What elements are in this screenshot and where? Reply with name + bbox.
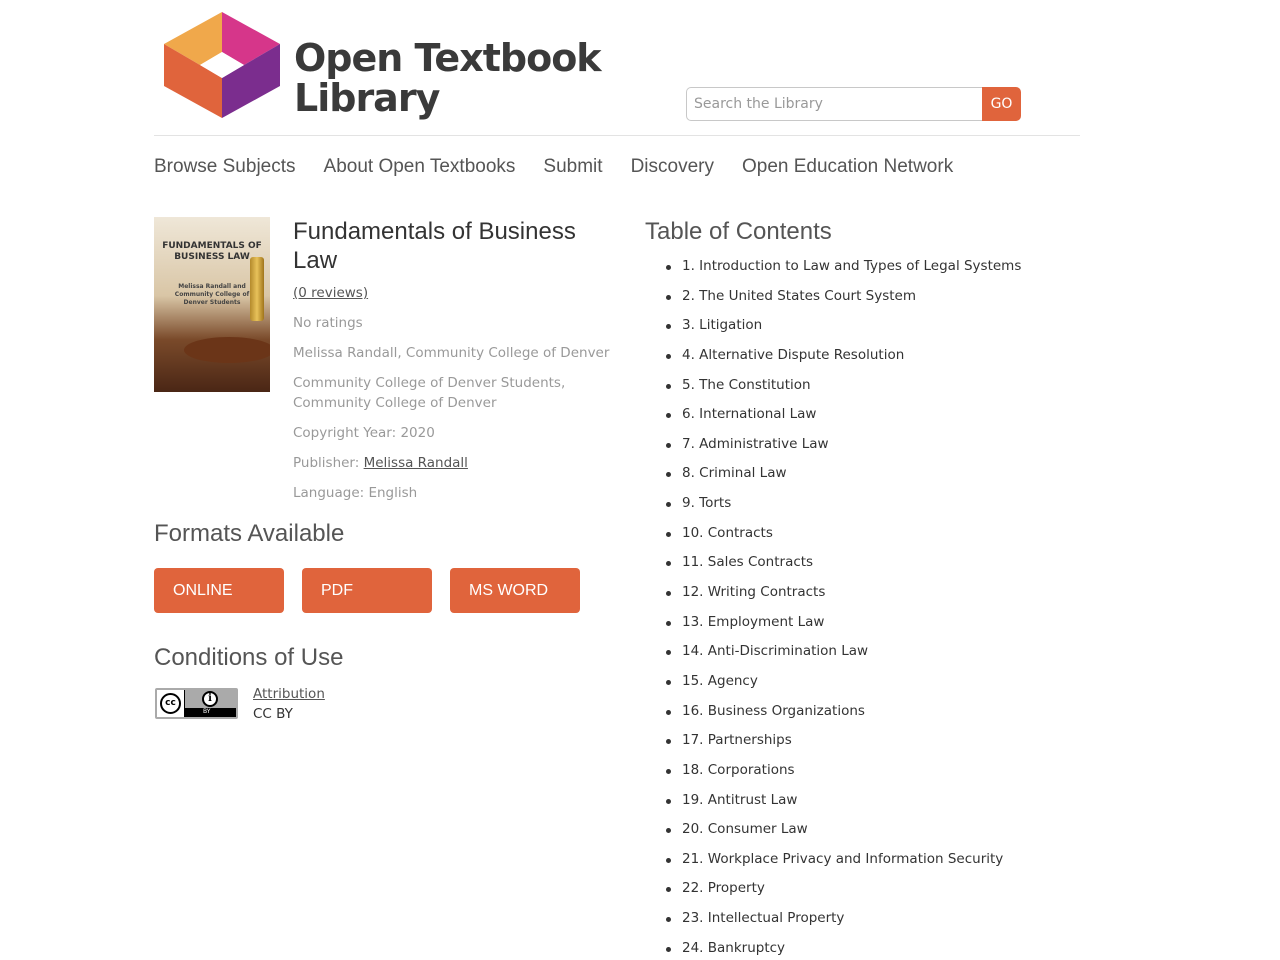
cc-by-license-icon[interactable]: cc i BY: [155, 688, 238, 719]
toc-item: 6. International Law: [645, 400, 1065, 430]
reviews-link[interactable]: (0 reviews): [293, 285, 368, 301]
copyright-year: Copyright Year: 2020: [293, 425, 435, 441]
toc-item: 22. Property: [645, 874, 1065, 904]
toc-item: 12. Writing Contracts: [645, 578, 1065, 608]
toc-item: 18. Corporations: [645, 756, 1065, 786]
ratings-text: No ratings: [293, 315, 363, 331]
toc-item: 2. The United States Court System: [645, 282, 1065, 312]
open-textbook-library-logo-icon[interactable]: [162, 10, 282, 120]
toc-item: 15. Agency: [645, 667, 1065, 697]
cover-title: FUNDAMENTALS OF BUSINESS LAW: [162, 241, 262, 262]
nav-discovery[interactable]: Discovery: [631, 156, 714, 178]
cover-authors: Melissa Randall and Community College of…: [174, 283, 250, 306]
site-logo-text[interactable]: Open Textbook Library: [294, 36, 602, 120]
toc-item: 13. Employment Law: [645, 608, 1065, 638]
search-input[interactable]: [686, 87, 982, 121]
book-contributors: Community College of Denver Students, Co…: [293, 375, 566, 411]
nav-submit[interactable]: Submit: [543, 156, 602, 178]
publisher-link[interactable]: Melissa Randall: [364, 455, 468, 471]
toc-item: 4. Alternative Dispute Resolution: [645, 341, 1065, 371]
nav-browse-subjects[interactable]: Browse Subjects: [154, 156, 296, 178]
toc-item: 11. Sales Contracts: [645, 548, 1065, 578]
search-form: GO: [686, 87, 1021, 121]
toc-item: 9. Torts: [645, 489, 1065, 519]
toc-item: 16. Business Organizations: [645, 697, 1065, 727]
format-msword-button[interactable]: MS WORD: [450, 568, 580, 613]
book-info: Fundamentals of Business Law (0 reviews)…: [293, 217, 623, 503]
formats-heading: Formats Available: [154, 520, 345, 547]
book-language: Language: English: [293, 485, 418, 501]
logo-line-2: Library: [294, 76, 440, 120]
format-online-button[interactable]: ONLINE: [154, 568, 284, 613]
toc-item: 10. Contracts: [645, 519, 1065, 549]
toc-item: 23. Intellectual Property: [645, 904, 1065, 934]
site-header: Open Textbook Library GO: [154, 0, 1080, 136]
toc-item: 7. Administrative Law: [645, 430, 1065, 460]
nav-open-education-network[interactable]: Open Education Network: [742, 156, 953, 178]
toc-list: 1. Introduction to Law and Types of Lega…: [645, 252, 1065, 960]
cover-gavel-block: [184, 337, 270, 363]
toc-item: 21. Workplace Privacy and Information Se…: [645, 845, 1065, 875]
toc-heading: Table of Contents: [645, 218, 832, 245]
license-info: Attribution CC BY: [253, 684, 325, 724]
table-of-contents: Table of Contents 1. Introduction to Law…: [645, 217, 1065, 960]
toc-item: 24. Bankruptcy: [645, 934, 1065, 960]
toc-item: 20. Consumer Law: [645, 815, 1065, 845]
main-nav: Browse Subjects About Open Textbooks Sub…: [154, 156, 953, 178]
book-cover-image: FUNDAMENTALS OF BUSINESS LAW Melissa Ran…: [154, 217, 270, 392]
search-go-button[interactable]: GO: [982, 87, 1021, 121]
toc-item: 17. Partnerships: [645, 726, 1065, 756]
publisher-row: Publisher: Melissa Randall: [293, 453, 623, 473]
book-author: Melissa Randall, Community College of De…: [293, 345, 610, 361]
toc-item: 3. Litigation: [645, 311, 1065, 341]
toc-item: 1. Introduction to Law and Types of Lega…: [645, 252, 1065, 282]
cc-logo-icon: cc: [160, 693, 181, 714]
license-code: CC BY: [253, 706, 293, 722]
attribution-person-icon: i: [202, 691, 218, 707]
book-title: Fundamentals of Business Law: [293, 218, 576, 274]
nav-about-open-textbooks[interactable]: About Open Textbooks: [324, 156, 516, 178]
publisher-label: Publisher:: [293, 455, 360, 471]
toc-item: 14. Anti-Discrimination Law: [645, 637, 1065, 667]
toc-item: 8. Criminal Law: [645, 459, 1065, 489]
logo-line-1: Open Textbook: [294, 36, 602, 80]
format-pdf-button[interactable]: PDF: [302, 568, 432, 613]
toc-item: 5. The Constitution: [645, 371, 1065, 401]
toc-item: 19. Antitrust Law: [645, 786, 1065, 816]
license-attribution-link[interactable]: Attribution: [253, 686, 325, 702]
cc-by-label: BY: [203, 708, 211, 715]
conditions-heading: Conditions of Use: [154, 644, 344, 671]
